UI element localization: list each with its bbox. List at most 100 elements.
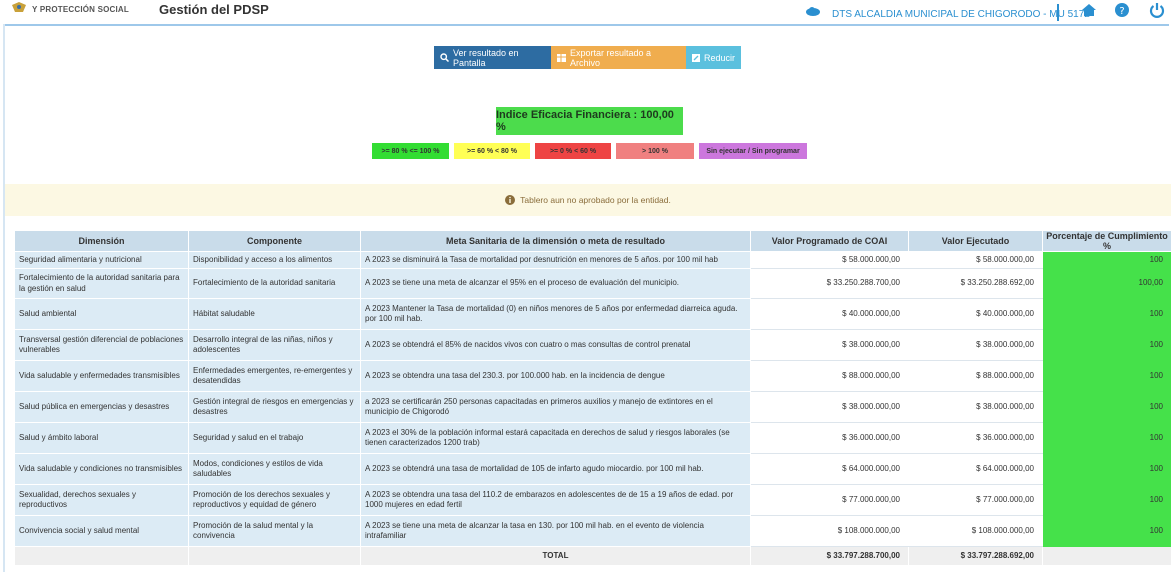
cell-component: Modos, condiciones y estilos de vida sal…: [188, 453, 361, 485]
spreadsheet-icon: [557, 53, 566, 62]
cell-goal: A 2023 se tiene una meta de alcanzar el …: [360, 268, 751, 299]
table-row: Seguridad alimentaria y nutricional Dispo…: [14, 251, 1171, 269]
cell-compliance: 100: [1042, 422, 1171, 454]
cell-compliance: 100: [1042, 298, 1171, 330]
shrink-icon: [692, 53, 700, 62]
cell-compliance: 100: [1042, 484, 1171, 516]
table-row: Transversal gestión diferencial de pobla…: [14, 329, 1171, 361]
cell-component: Hábitat saludable: [188, 298, 361, 330]
cell-dimension: Convivencia social y salud mental: [14, 515, 189, 547]
total-empty-2: [188, 546, 361, 566]
legend-high: >= 80 % <= 100 %: [372, 143, 449, 159]
col-header-component: Componente: [188, 230, 361, 252]
total-executed: $ 33.797.288.692,00: [908, 546, 1043, 566]
cloud-icon: [806, 7, 820, 16]
ministry-label: Y PROTECCIÓN SOCIAL: [32, 5, 129, 14]
cell-component: Desarrollo integral de las niñas, niños …: [188, 329, 361, 361]
cell-compliance: 100: [1042, 329, 1171, 361]
action-toolbar: Ver resultado en Pantalla Exportar resul…: [434, 46, 741, 69]
export-button[interactable]: Exportar resultado a Archivo: [551, 46, 686, 69]
view-results-label: Ver resultado en Pantalla: [453, 47, 519, 68]
cell-executed: $ 77.000.000,00: [908, 484, 1043, 516]
legend: >= 80 % <= 100 % >= 60 % < 80 % >= 0 % <…: [372, 143, 807, 159]
cell-compliance: 100,00: [1042, 268, 1171, 299]
cell-programmed: $ 88.000.000,00: [750, 360, 909, 392]
cell-goal: a 2023 se certificarán 250 personas capa…: [360, 391, 751, 423]
col-header-programmed: Valor Programado de COAI: [750, 230, 909, 252]
cell-executed: $ 88.000.000,00: [908, 360, 1043, 392]
table-header-row: Dimensión Componente Meta Sanitaria de l…: [14, 230, 1171, 252]
cell-programmed: $ 77.000.000,00: [750, 484, 909, 516]
cell-dimension: Vida saludable y enfermedades transmisib…: [14, 360, 189, 392]
power-icon[interactable]: [1149, 2, 1165, 18]
table-row: Fortalecimiento de la autoridad sanitari…: [14, 268, 1171, 299]
cell-executed: $ 40.000.000,00: [908, 298, 1043, 330]
cell-compliance: 100: [1042, 360, 1171, 392]
cell-component: Fortalecimiento de la autoridad sanitari…: [188, 268, 361, 299]
alert-notice: Tablero aun no aprobado por la entidad.: [5, 184, 1171, 216]
legend-low: >= 0 % < 60 %: [535, 143, 611, 159]
cell-goal: A 2023 se obtendra una tasa del 110.2 de…: [360, 484, 751, 516]
header-divider: [1057, 4, 1059, 21]
home-icon[interactable]: [1081, 2, 1097, 18]
col-header-compliance: Porcentaje de Cumplimiento %: [1042, 230, 1171, 252]
cell-dimension: Fortalecimiento de la autoridad sanitari…: [14, 268, 189, 299]
notice-text: Tablero aun no aprobado por la entidad.: [520, 195, 671, 205]
cell-executed: $ 108.000.000,00: [908, 515, 1043, 547]
cell-goal: A 2023 se tiene una meta de alcanzar la …: [360, 515, 751, 547]
financial-efficacy-indicator: Indice Eficacia Financiera : 100,00 %: [496, 107, 683, 135]
cell-dimension: Transversal gestión diferencial de pobla…: [14, 329, 189, 361]
col-header-executed: Valor Ejecutado: [908, 230, 1043, 252]
cell-programmed: $ 38.000.000,00: [750, 329, 909, 361]
cell-dimension: Vida saludable y condiciones no transmis…: [14, 453, 189, 485]
cell-goal: A 2023 se obtendrá una tasa de mortalida…: [360, 453, 751, 485]
cell-programmed: $ 38.000.000,00: [750, 391, 909, 423]
total-label: TOTAL: [360, 546, 751, 566]
cell-programmed: $ 58.000.000,00: [750, 251, 909, 269]
cell-goal: A 2023 el 30% de la población informal e…: [360, 422, 751, 454]
cell-executed: $ 64.000.000,00: [908, 453, 1043, 485]
col-header-dimension: Dimensión: [14, 230, 189, 252]
app-title: Gestión del PDSP: [159, 2, 269, 17]
table-row: Convivencia social y salud mental Promoci…: [14, 515, 1171, 547]
cell-programmed: $ 40.000.000,00: [750, 298, 909, 330]
cell-executed: $ 36.000.000,00: [908, 422, 1043, 454]
cell-component: Enfermedades emergentes, re-emergentes y…: [188, 360, 361, 392]
cell-dimension: Seguridad alimentaria y nutricional: [14, 251, 189, 269]
legend-medium: >= 60 % < 80 %: [454, 143, 530, 159]
cell-programmed: $ 64.000.000,00: [750, 453, 909, 485]
cell-goal: A 2023 se obtendra una tasa del 230.3. p…: [360, 360, 751, 392]
cell-dimension: Sexualidad, derechos sexuales y reproduc…: [14, 484, 189, 516]
help-icon[interactable]: ?: [1114, 2, 1130, 18]
legend-none: Sin ejecutar / Sin programar: [699, 143, 807, 159]
view-results-button[interactable]: Ver resultado en Pantalla: [434, 46, 551, 69]
cell-component: Promoción de los derechos sexuales y rep…: [188, 484, 361, 516]
cell-goal: A 2023 se disminuirá la Tasa de mortalid…: [360, 251, 751, 269]
total-empty-1: [14, 546, 189, 566]
table-total-row: TOTAL $ 33.797.288.700,00 $ 33.797.288.6…: [14, 546, 1171, 566]
cell-component: Gestión integral de riesgos en emergenci…: [188, 391, 361, 423]
results-table: Dimensión Componente Meta Sanitaria de l…: [14, 230, 1171, 566]
col-header-goal: Meta Sanitaria de la dimensión o meta de…: [360, 230, 751, 252]
cell-executed: $ 58.000.000,00: [908, 251, 1043, 269]
entity-name[interactable]: DTS ALCALDIA MUNICIPAL DE CHIGORODO - MU…: [832, 9, 1090, 20]
cell-executed: $ 38.000.000,00: [908, 391, 1043, 423]
content-border: [3, 24, 1169, 26]
table-row: Sexualidad, derechos sexuales y reproduc…: [14, 484, 1171, 516]
table-row: Salud pública en emergencias y desastres…: [14, 391, 1171, 423]
cell-executed: $ 33.250.288.692,00: [908, 268, 1043, 299]
reduce-button[interactable]: Reducir: [686, 46, 741, 69]
content-border-left: [3, 24, 5, 572]
cell-compliance: 100: [1042, 251, 1171, 269]
reduce-label: Reducir: [704, 52, 736, 63]
total-programmed: $ 33.797.288.700,00: [750, 546, 909, 566]
table-row: Vida saludable y enfermedades transmisib…: [14, 360, 1171, 392]
legend-over: > 100 %: [616, 143, 694, 159]
table-row: Vida saludable y condiciones no transmis…: [14, 453, 1171, 485]
cell-programmed: $ 36.000.000,00: [750, 422, 909, 454]
cell-dimension: Salud y ámbito laboral: [14, 422, 189, 454]
crest-icon: [12, 2, 26, 12]
cell-compliance: 100: [1042, 453, 1171, 485]
search-icon: [440, 53, 449, 62]
cell-programmed: $ 108.000.000,00: [750, 515, 909, 547]
